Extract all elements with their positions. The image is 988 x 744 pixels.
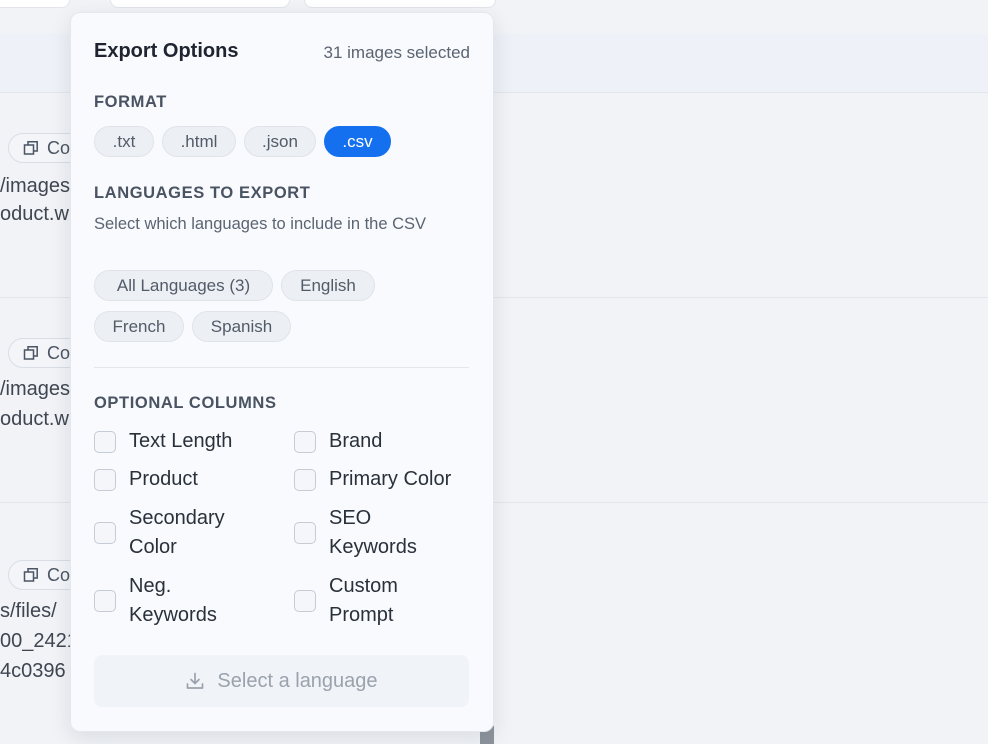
- section-divider: [94, 367, 469, 368]
- column-option-label: Neg. Keywords: [129, 575, 217, 626]
- download-icon: [187, 672, 204, 689]
- column-option-custom-prompt[interactable]: Custom Prompt: [294, 572, 459, 630]
- column-option-secondary-color[interactable]: Secondary Color: [94, 504, 259, 562]
- languages-description: Select which languages to include in the…: [94, 215, 427, 233]
- bg-path-text: oduct.w: [0, 203, 69, 225]
- column-option-label: Primary Color: [329, 468, 452, 490]
- bg-path-text: 4c0396: [0, 660, 66, 682]
- column-option-label: Product: [129, 468, 198, 490]
- format-chip-html[interactable]: .html: [162, 126, 236, 157]
- bg-toolbar-pill[interactable]: [0, 0, 70, 8]
- language-chip-english[interactable]: English: [281, 270, 375, 301]
- checkbox[interactable]: [94, 468, 116, 491]
- export-options-popover: Export Options 31 images selected FORMAT…: [70, 12, 494, 732]
- copy-icon: [23, 141, 38, 155]
- column-option-seo-keywords[interactable]: SEO Keywords: [294, 504, 459, 562]
- bg-toolbar-pill[interactable]: [304, 0, 496, 8]
- column-option-label: Text Length: [129, 430, 233, 452]
- copy-label: Co: [47, 137, 71, 158]
- copy-icon: [23, 568, 38, 582]
- checkbox[interactable]: [294, 468, 316, 491]
- column-option-label: Custom Prompt: [329, 575, 398, 626]
- export-button[interactable]: Select a language: [94, 655, 469, 707]
- copy-icon: [23, 346, 38, 360]
- bg-path-text: oduct.w: [0, 408, 69, 430]
- bg-toolbar-pill[interactable]: [110, 0, 290, 8]
- format-chip-csv[interactable]: .csv: [324, 126, 391, 157]
- bg-path-text: s/files/: [0, 600, 57, 622]
- column-option-brand[interactable]: Brand: [294, 427, 459, 456]
- column-option-product[interactable]: Product: [94, 465, 259, 494]
- checkbox[interactable]: [94, 590, 116, 612]
- format-chip-txt[interactable]: .txt: [94, 126, 154, 157]
- column-option-label: Secondary Color: [129, 507, 225, 558]
- bg-path-text: 00_2421: [0, 630, 78, 652]
- column-option-neg-keywords[interactable]: Neg. Keywords: [94, 572, 259, 630]
- popover-title: Export Options: [94, 40, 239, 62]
- optional-columns-label: OPTIONAL COLUMNS: [94, 394, 277, 412]
- copy-label: Co: [47, 342, 71, 363]
- column-option-label: SEO Keywords: [329, 507, 417, 558]
- format-label: FORMAT: [94, 93, 167, 111]
- language-chip-french[interactable]: French: [94, 311, 184, 342]
- checkbox[interactable]: [94, 522, 116, 544]
- copy-label: Co: [47, 564, 71, 585]
- column-option-text-length[interactable]: Text Length: [94, 427, 259, 456]
- format-chip-json[interactable]: .json: [244, 126, 316, 157]
- column-option-primary-color[interactable]: Primary Color: [294, 465, 459, 494]
- bg-path-text: /images: [0, 378, 71, 400]
- languages-label: LANGUAGES TO EXPORT: [94, 184, 311, 202]
- column-option-label: Brand: [329, 430, 383, 452]
- checkbox[interactable]: [294, 430, 316, 453]
- checkbox[interactable]: [294, 522, 316, 544]
- checkbox[interactable]: [294, 590, 316, 612]
- selected-count: 31 images selected: [323, 43, 470, 62]
- language-chip-all[interactable]: All Languages (3): [94, 270, 273, 301]
- bg-path-text: /images: [0, 175, 71, 197]
- export-button-label: Select a language: [217, 669, 378, 692]
- checkbox[interactable]: [94, 430, 116, 453]
- language-chip-spanish[interactable]: Spanish: [192, 311, 291, 342]
